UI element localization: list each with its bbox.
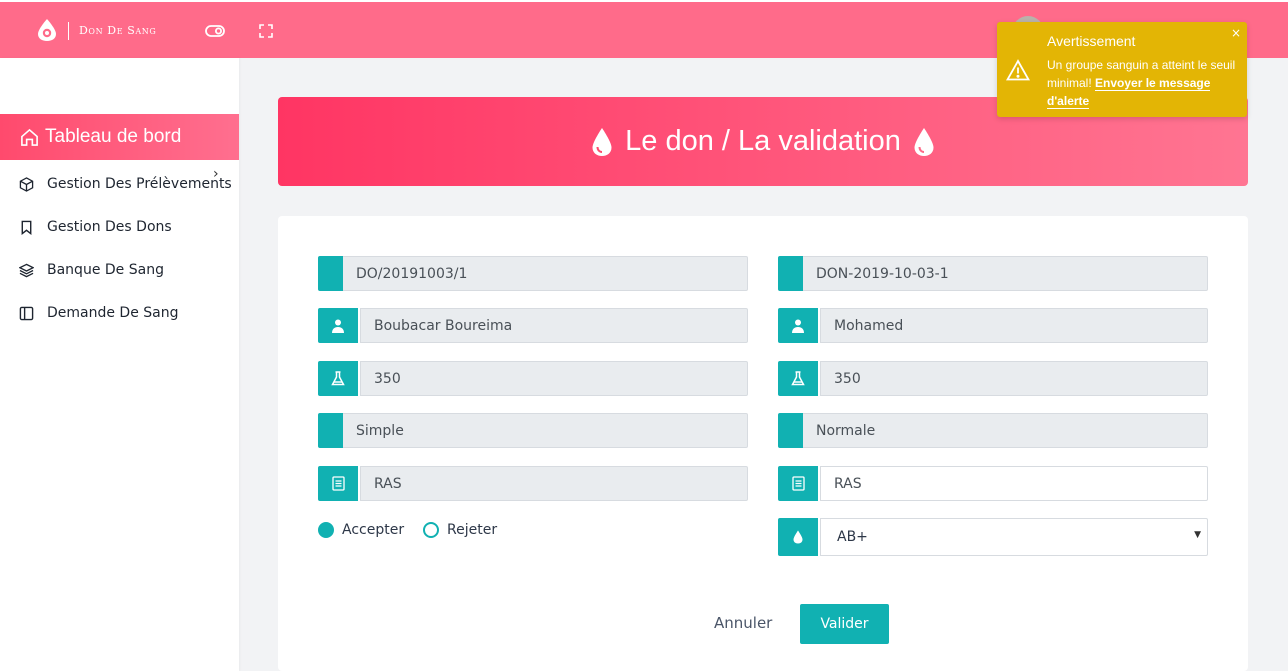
radio-dot <box>423 522 439 538</box>
blood-drop-icon <box>778 518 818 556</box>
code-field: DON-2019-10-03-1 <box>778 256 1208 291</box>
sidebar-item-label: Demande De Sang <box>47 305 179 321</box>
layers-icon <box>19 263 34 277</box>
sidebar-item-demande[interactable]: Demande De Sang <box>0 295 239 331</box>
field-addon <box>318 413 343 448</box>
type-input[interactable]: Simple <box>343 413 748 448</box>
flask-icon <box>778 361 818 396</box>
agent-name-field: Mohamed <box>778 308 1208 343</box>
toast-title: Avertissement <box>1047 33 1136 49</box>
right-volume-input[interactable]: 350 <box>820 361 1208 396</box>
fullscreen-icon[interactable] <box>255 21 277 41</box>
validation-form-card: DO/20191003/1 Boubacar Boureima 350 Simp… <box>278 216 1248 671</box>
blood-group-select[interactable]: AB+ ▼ <box>778 518 1208 556</box>
left-note-field: RAS <box>318 466 748 501</box>
user-icon <box>318 308 358 343</box>
right-note-field: RAS <box>778 466 1208 501</box>
sidebar-item-label: Banque De Sang <box>47 262 164 278</box>
submit-button[interactable]: Valider <box>800 604 889 644</box>
sidebar: Tableau de bord Gestion Des Prélèvements… <box>0 58 239 671</box>
field-addon <box>778 413 803 448</box>
logo-divider <box>68 22 69 40</box>
field-addon <box>778 256 803 291</box>
document-icon <box>318 466 358 501</box>
status-input[interactable]: Normale <box>803 413 1208 448</box>
sidebar-item-prelevements[interactable]: Gestion Des Prélèvements › <box>0 166 239 202</box>
radio-dot <box>318 522 334 538</box>
type-field: Simple <box>318 413 748 448</box>
blood-drop-logo-icon[interactable] <box>35 18 59 42</box>
right-note-textarea[interactable]: RAS <box>820 466 1208 501</box>
reference-field: DO/20191003/1 <box>318 256 748 291</box>
donor-name-input[interactable]: Boubacar Boureima <box>360 308 748 343</box>
toast-message-block: Un groupe sanguin a atteint le seuil min… <box>1047 56 1237 110</box>
sidebar-item-label: Gestion Des Prélèvements <box>47 176 232 192</box>
sidebar-panel-icon <box>19 306 34 320</box>
warning-toast: Avertissement Un groupe sanguin a attein… <box>997 22 1247 117</box>
user-icon <box>778 308 818 343</box>
sidebar-item-label: Gestion Des Dons <box>47 219 172 235</box>
status-field: Normale <box>778 413 1208 448</box>
chevron-down-icon: ▼ <box>1194 530 1201 540</box>
document-icon <box>778 466 818 501</box>
blood-group-value: AB+ <box>837 529 868 545</box>
home-icon <box>21 128 38 146</box>
reference-input[interactable]: DO/20191003/1 <box>343 256 748 291</box>
flask-icon <box>318 361 358 396</box>
cancel-button[interactable]: Annuler <box>714 614 772 632</box>
warning-icon <box>1006 59 1030 81</box>
sidebar-item-label: Tableau de bord <box>45 126 182 147</box>
sidebar-item-dons[interactable]: Gestion Des Dons <box>0 209 239 245</box>
reject-label: Rejeter <box>447 522 498 538</box>
blood-group-value-box[interactable]: AB+ ▼ <box>820 518 1208 556</box>
left-volume-input[interactable]: 350 <box>360 361 748 396</box>
left-volume-field: 350 <box>318 361 748 396</box>
agent-name-input[interactable]: Mohamed <box>820 308 1208 343</box>
accept-radio[interactable]: Accepter <box>318 522 404 538</box>
close-icon[interactable]: × <box>1231 26 1241 40</box>
right-volume-field: 350 <box>778 361 1208 396</box>
chevron-right-icon[interactable]: › <box>213 166 219 182</box>
toggle-icon[interactable] <box>204 21 226 41</box>
sidebar-item-banque[interactable]: Banque De Sang <box>0 252 239 288</box>
box-icon <box>19 176 34 192</box>
left-note-input[interactable]: RAS <box>360 466 748 501</box>
donor-name-field: Boubacar Boureima <box>318 308 748 343</box>
page-title: Le don / La validation <box>625 125 901 157</box>
field-addon <box>318 256 343 291</box>
reject-radio[interactable]: Rejeter <box>423 522 497 538</box>
accept-label: Accepter <box>342 522 405 538</box>
blood-drop-icon <box>914 127 934 156</box>
brand-name[interactable]: Don De Sang <box>79 24 156 37</box>
blood-drop-icon <box>592 127 612 156</box>
code-input[interactable]: DON-2019-10-03-1 <box>803 256 1208 291</box>
bookmark-icon <box>21 220 32 235</box>
sidebar-item-dashboard[interactable]: Tableau de bord <box>0 114 239 160</box>
